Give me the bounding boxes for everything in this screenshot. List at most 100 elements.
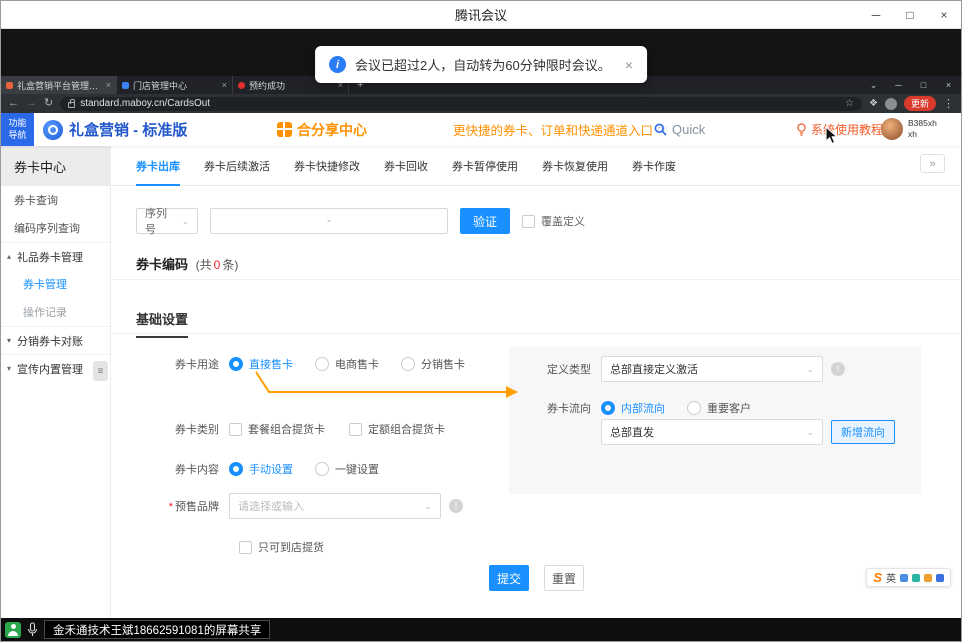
tab-search-icon[interactable]: ⌄ bbox=[861, 80, 886, 91]
browser-minimize-icon[interactable]: ─ bbox=[886, 80, 911, 90]
share-center-link[interactable]: 合分享中心 bbox=[277, 113, 367, 146]
browser-toolbar: ← → ↻ standard.maboy.cn/CardsOut ☆ ❖ 更新 … bbox=[1, 94, 961, 113]
close-icon[interactable]: × bbox=[927, 1, 961, 29]
minimize-icon[interactable]: ─ bbox=[859, 1, 893, 29]
toast-close-icon[interactable]: × bbox=[625, 57, 633, 73]
brand[interactable]: 礼盒营销 - 标准版 bbox=[43, 113, 187, 146]
tab-card-recycle[interactable]: 券卡回收 bbox=[384, 146, 428, 185]
sidebar-item-card-query[interactable]: 券卡查询 bbox=[1, 186, 110, 214]
presale-brand-select[interactable]: 请选择或输入 ⌄ bbox=[229, 493, 441, 519]
submit-button[interactable]: 提交 bbox=[489, 565, 529, 591]
hint-icon[interactable]: ! bbox=[449, 499, 463, 513]
ime-toolbar[interactable]: S 英 bbox=[866, 568, 951, 587]
sidebar-item-operation-log[interactable]: 操作记录 bbox=[1, 298, 110, 326]
back-icon[interactable]: ← bbox=[8, 98, 19, 109]
checkbox-fixed-combo-card[interactable]: 定额组合提货卡 bbox=[349, 421, 445, 437]
mouse-cursor bbox=[825, 126, 839, 145]
serial-type-select[interactable]: 序列号 ⌄ bbox=[136, 208, 198, 234]
serial-range-input[interactable]: - bbox=[210, 208, 448, 234]
user-info[interactable]: B385xh xh bbox=[908, 118, 937, 140]
forward-icon[interactable]: → bbox=[26, 98, 37, 109]
quick-search[interactable]: Quick bbox=[654, 113, 705, 146]
tab-card-later-activate[interactable]: 券卡后续激活 bbox=[204, 146, 270, 185]
tutorial-link[interactable]: 系统使用教程 bbox=[796, 113, 883, 146]
hint-icon[interactable]: ! bbox=[831, 362, 845, 376]
flow-select[interactable]: 总部直发 ⌄ bbox=[601, 419, 823, 445]
tab-card-quick-edit[interactable]: 券卡快捷修改 bbox=[294, 146, 360, 185]
override-define-checkbox[interactable]: 覆盖定义 bbox=[522, 213, 585, 229]
sidebar: 券卡中心 券卡查询 编码序列查询 ▴ 礼品券卡管理 券卡管理 操作记录 ▾ 分销… bbox=[1, 146, 111, 618]
tab-close-icon[interactable]: × bbox=[106, 80, 111, 90]
radio-internal-flow[interactable]: 内部流向 bbox=[601, 400, 665, 416]
checkbox-icon[interactable] bbox=[522, 215, 535, 228]
card-usage-row: 券卡用途 直接售卡 电商售卡 分销售卡 bbox=[111, 354, 487, 374]
browser-menu-icon[interactable]: ⋮ bbox=[943, 97, 954, 110]
browser-window: 礼盒营销平台管理中心 × 门店管理中心 × 预约成功 × + ⌄ ─ □ bbox=[1, 76, 961, 618]
radio-icon bbox=[401, 357, 415, 371]
browser-close-icon[interactable]: × bbox=[936, 80, 961, 90]
sogou-logo-icon[interactable]: S bbox=[873, 570, 882, 585]
checkbox-store-pickup-only[interactable]: 只可到店提货 bbox=[239, 539, 324, 555]
radio-direct-sale[interactable]: 直接售卡 bbox=[229, 356, 293, 372]
ime-tool-icon[interactable] bbox=[936, 574, 944, 582]
panel-collapse-button[interactable]: » bbox=[920, 154, 945, 173]
radio-ecommerce-sale[interactable]: 电商售卡 bbox=[315, 356, 379, 372]
radio-one-click-setup[interactable]: 一键设置 bbox=[315, 461, 379, 477]
define-type-select[interactable]: 总部直接定义激活 ⌄ bbox=[601, 356, 823, 382]
info-icon: i bbox=[329, 56, 346, 73]
profile-avatar-icon[interactable] bbox=[885, 98, 897, 110]
member-icon bbox=[5, 622, 21, 638]
ime-tool-icon[interactable] bbox=[900, 574, 908, 582]
sidebar-item-code-serial-query[interactable]: 编码序列查询 bbox=[1, 214, 110, 242]
address-bar[interactable]: standard.maboy.cn/CardsOut ☆ bbox=[60, 97, 862, 111]
bookmark-star-icon[interactable]: ☆ bbox=[845, 98, 854, 109]
meeting-toast: i 会议已超过2人，自动转为60分钟限时会议。 × bbox=[315, 46, 647, 83]
main-content: 券卡出库 券卡后续激活 券卡快捷修改 券卡回收 券卡暂停使用 券卡恢复使用 券卡… bbox=[111, 146, 961, 618]
search-icon bbox=[654, 123, 667, 136]
nav-toggle-button[interactable]: 功能导航 bbox=[1, 113, 34, 146]
user-avatar[interactable] bbox=[881, 118, 903, 140]
sidebar-group-distribution-recon[interactable]: ▾ 分销券卡对账 bbox=[1, 326, 110, 354]
codes-count-number: 0 bbox=[212, 258, 223, 272]
reset-button[interactable]: 重置 bbox=[544, 565, 584, 591]
promo-link[interactable]: 更快捷的券卡、订单和快递通道入口 ☞ bbox=[453, 113, 668, 146]
radio-important-customer[interactable]: 重要客户 bbox=[687, 400, 751, 416]
bulb-icon bbox=[796, 123, 807, 136]
caret-down-icon: ▾ bbox=[7, 336, 17, 345]
ime-tool-icon[interactable] bbox=[924, 574, 932, 582]
radio-manual-setup[interactable]: 手动设置 bbox=[229, 461, 293, 477]
verify-button[interactable]: 验证 bbox=[460, 208, 510, 234]
checkbox-package-combo-card[interactable]: 套餐组合提货卡 bbox=[229, 421, 325, 437]
extensions-icon[interactable]: ❖ bbox=[869, 98, 878, 109]
meeting-titlebar: 腾讯会议 ─ □ × bbox=[1, 1, 961, 29]
radio-distribution-sale[interactable]: 分销售卡 bbox=[401, 356, 465, 372]
sidebar-group-gift-card-mgmt[interactable]: ▴ 礼品券卡管理 bbox=[1, 242, 110, 270]
toast-message: 会议已超过2人，自动转为60分钟限时会议。 bbox=[355, 55, 611, 74]
define-type-label: 定义类型 bbox=[509, 361, 601, 377]
meeting-window: 腾讯会议 ─ □ × i 会议已超过2人，自动转为60分钟限时会议。 × 礼盒营… bbox=[0, 0, 962, 642]
define-panel: 定义类型 总部直接定义激活 ⌄ ! 券卡流向 bbox=[509, 347, 921, 494]
tab-card-suspend[interactable]: 券卡暂停使用 bbox=[452, 146, 518, 185]
tab-card-void[interactable]: 券卡作废 bbox=[632, 146, 676, 185]
sidebar-item-card-mgmt[interactable]: 券卡管理 bbox=[1, 270, 110, 298]
reload-icon[interactable]: ↻ bbox=[44, 98, 53, 109]
add-flow-button[interactable]: 新增流向 bbox=[831, 420, 895, 444]
web-page: 功能导航 礼盒营销 - 标准版 合分享中心 更快捷的券卡、订单和快递通道入口 ☞ bbox=[1, 113, 961, 618]
browser-tab-gift-platform[interactable]: 礼盒营销平台管理中心 × bbox=[1, 76, 117, 94]
maximize-icon[interactable]: □ bbox=[893, 1, 927, 29]
tab-card-resume[interactable]: 券卡恢复使用 bbox=[542, 146, 608, 185]
tab-card-outbound[interactable]: 券卡出库 bbox=[136, 146, 180, 185]
sidebar-collapse-handle[interactable]: ≡ bbox=[93, 361, 108, 381]
browser-update-button[interactable]: 更新 bbox=[904, 96, 936, 111]
brand-name: 礼盒营销 - 标准版 bbox=[69, 119, 187, 140]
browser-tab-store-center[interactable]: 门店管理中心 × bbox=[117, 76, 233, 94]
card-category-row: 券卡类别 套餐组合提货卡 定额组合提货卡 bbox=[111, 419, 469, 439]
ime-mode-label[interactable]: 英 bbox=[886, 570, 896, 585]
tab-favicon bbox=[122, 82, 129, 89]
browser-maximize-icon[interactable]: □ bbox=[911, 80, 936, 90]
card-usage-label: 券卡用途 bbox=[111, 356, 229, 372]
ime-tool-icon[interactable] bbox=[912, 574, 920, 582]
chevron-down-icon: ⌄ bbox=[181, 216, 189, 227]
tab-close-icon[interactable]: × bbox=[222, 80, 227, 90]
meeting-bottom-bar: 金禾通技术王斌18662591081的屏幕共享 bbox=[1, 618, 961, 641]
